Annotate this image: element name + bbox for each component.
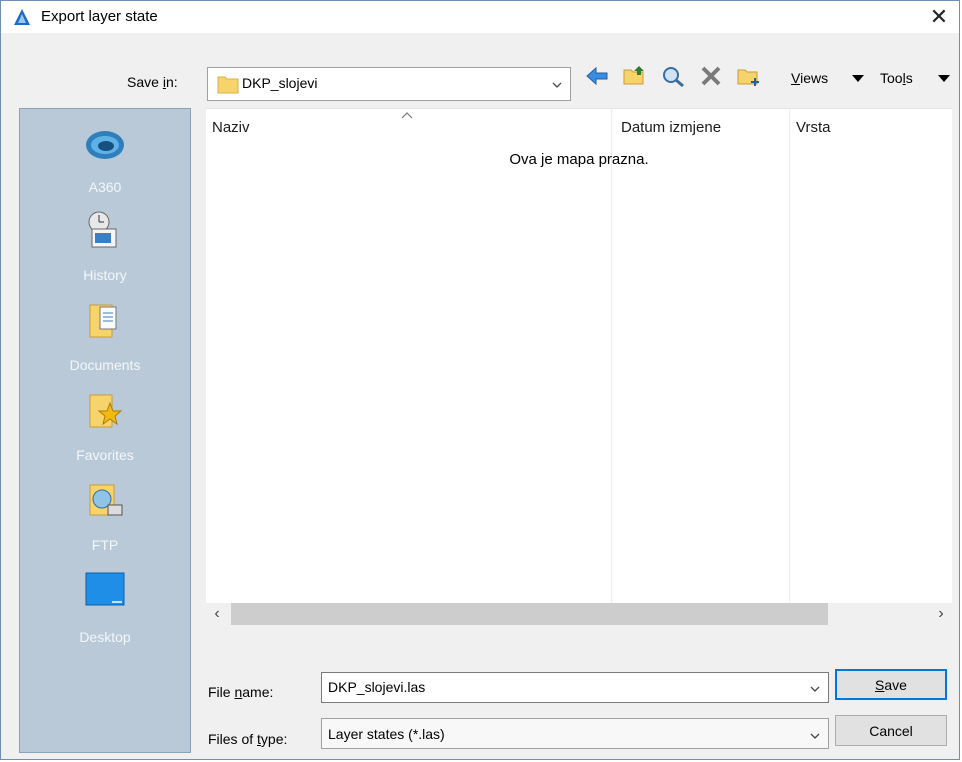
views-menu[interactable]: Views: [791, 70, 828, 86]
place-label: Documents: [69, 357, 141, 373]
column-separator: [611, 109, 612, 603]
desktop-icon: [85, 572, 125, 606]
a360-icon: [86, 131, 124, 159]
place-label: Favorites: [76, 447, 134, 463]
up-folder-icon[interactable]: [623, 65, 647, 87]
save-in-value: DKP_slojevi: [242, 75, 318, 91]
tools-menu[interactable]: Tools: [880, 70, 913, 86]
sort-ascending-icon: [401, 112, 413, 119]
history-icon: [88, 211, 117, 248]
scrollbar-thumb[interactable]: [231, 603, 828, 625]
save-button[interactable]: Save: [835, 669, 947, 700]
autocad-logo-icon: [14, 9, 30, 25]
search-web-icon[interactable]: [661, 65, 685, 87]
column-header-type[interactable]: Vrsta: [796, 119, 830, 136]
file-type-dropdown[interactable]: Layer states (*.las): [321, 718, 829, 749]
place-label: History: [83, 267, 127, 283]
horizontal-scrollbar[interactable]: ‹ ›: [206, 603, 952, 625]
place-label: A360: [88, 179, 122, 195]
column-separator: [789, 109, 790, 603]
places-bar: A360 History Documents Favorites FTP Des…: [19, 108, 191, 753]
chevron-down-icon[interactable]: [810, 684, 820, 694]
place-label: Desktop: [79, 629, 131, 645]
favorites-icon: [89, 394, 123, 428]
tools-dropdown-arrow-icon[interactable]: [938, 75, 950, 82]
folder-icon: [217, 76, 239, 94]
close-button[interactable]: ✕: [919, 1, 959, 33]
empty-folder-message: Ova je mapa prazna.: [509, 151, 649, 168]
back-arrow-icon[interactable]: [585, 65, 609, 87]
column-header-date-modified[interactable]: Datum izmjene: [621, 119, 721, 136]
file-name-value: DKP_slojevi.las: [328, 679, 426, 695]
ftp-icon: [89, 484, 123, 516]
file-name-label: File name:: [208, 684, 274, 700]
chevron-down-icon: [552, 82, 562, 88]
file-type-value: Layer states (*.las): [328, 726, 445, 742]
scroll-left-icon[interactable]: ‹: [206, 603, 228, 625]
chevron-down-icon[interactable]: [810, 731, 820, 741]
cancel-button[interactable]: Cancel: [835, 715, 947, 746]
file-type-label: Files of type:: [208, 731, 288, 747]
views-dropdown-arrow-icon[interactable]: [852, 75, 864, 82]
column-header-name[interactable]: Naziv: [212, 119, 250, 136]
save-in-dropdown[interactable]: DKP_slojevi: [207, 67, 571, 101]
new-folder-icon[interactable]: [737, 65, 761, 87]
scroll-right-icon[interactable]: ›: [930, 603, 952, 625]
title-bar: Export layer state ✕: [1, 1, 959, 33]
delete-icon[interactable]: [699, 65, 723, 87]
file-name-input[interactable]: DKP_slojevi.las: [321, 672, 829, 703]
window-title: Export layer state: [41, 8, 158, 25]
export-layer-state-dialog: Export layer state ✕ Save in: DKP_slojev…: [0, 0, 960, 760]
file-list[interactable]: Naziv Datum izmjene Vrsta Ova je mapa pr…: [206, 108, 952, 625]
close-icon: ✕: [929, 4, 949, 29]
place-label: FTP: [91, 537, 119, 553]
documents-icon: [89, 304, 117, 338]
save-in-label: Save in:: [127, 74, 178, 90]
